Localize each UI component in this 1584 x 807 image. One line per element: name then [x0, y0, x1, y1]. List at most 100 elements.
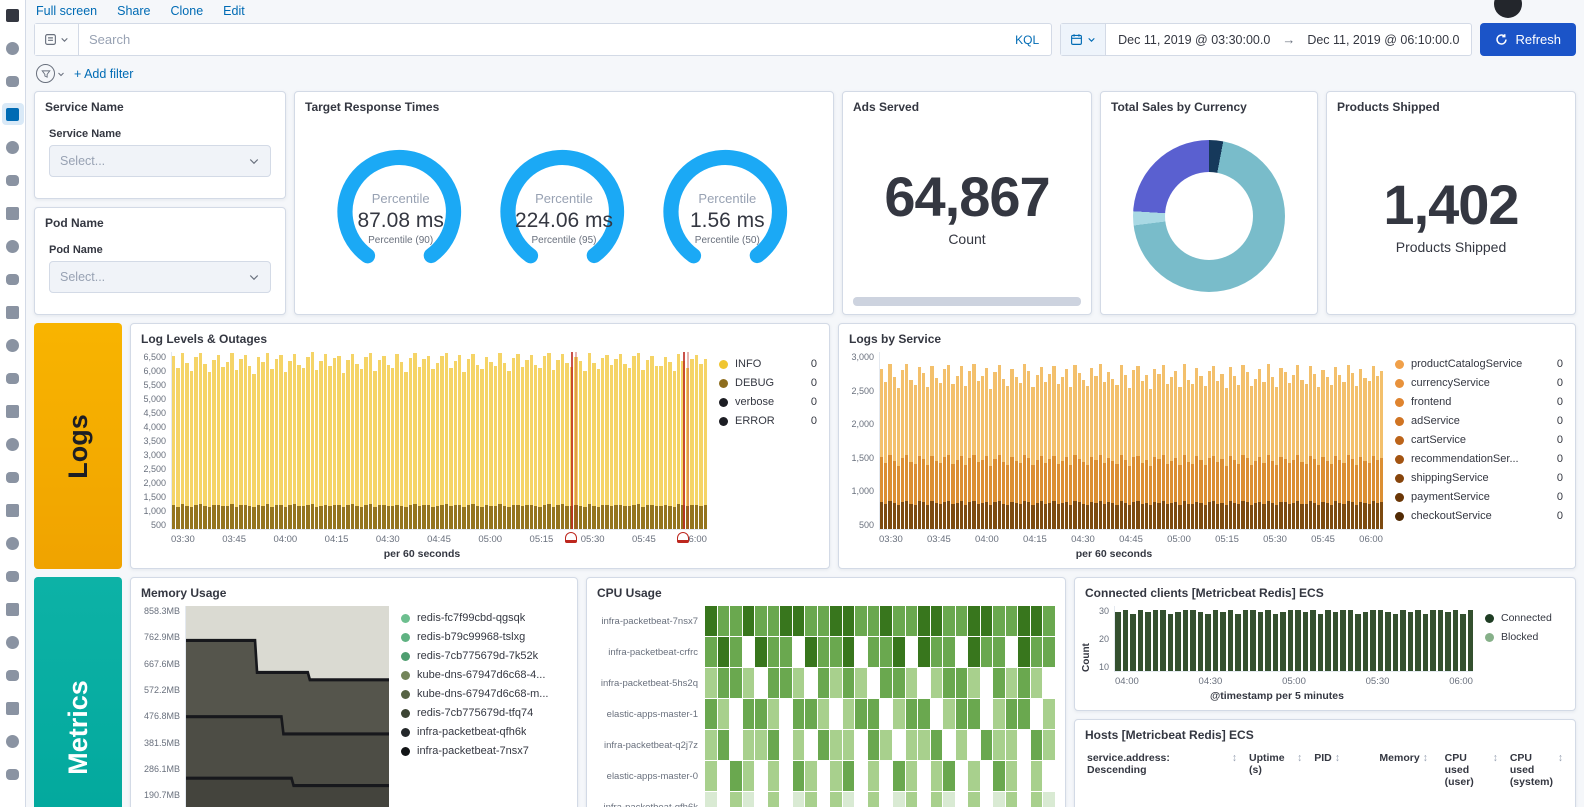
legend-item[interactable]: infra-packetbeat-7nsx7 — [401, 745, 565, 757]
date-picker-button[interactable] — [1061, 24, 1107, 55]
spaces-icon[interactable] — [2, 697, 24, 719]
grok-debugger-icon[interactable] — [2, 532, 24, 554]
legend-item[interactable]: ERROR 0 — [719, 415, 817, 427]
bar — [574, 357, 578, 529]
legend-item[interactable]: adService 0 — [1395, 415, 1563, 427]
filter-menu-button[interactable] — [36, 64, 65, 83]
maps-icon[interactable] — [2, 169, 24, 191]
index-patterns-icon[interactable] — [2, 631, 24, 653]
bar-segment — [943, 501, 947, 529]
siem-icon[interactable] — [2, 400, 24, 422]
legend-item[interactable]: kube-dns-67947d6c68-m... — [401, 688, 565, 700]
graph-icon[interactable] — [2, 235, 24, 257]
legend-item[interactable]: cartService 0 — [1395, 434, 1563, 446]
add-filter-link[interactable]: + Add filter — [74, 67, 133, 81]
date-range-start[interactable]: Dec 11, 2019 @ 03:30:00.0 — [1106, 33, 1282, 47]
legend-item[interactable]: infra-packetbeat-qfh6k — [401, 726, 565, 738]
logs-icon[interactable] — [2, 268, 24, 290]
dev-tools-icon[interactable] — [2, 433, 24, 455]
gauge-percentile-90[interactable]: Percentile 87.08 ms Percentile (90) — [325, 140, 477, 286]
metrics-icon[interactable] — [2, 301, 24, 323]
legend-item[interactable]: redis-b79c99968-tslxg — [401, 631, 565, 643]
hosts-column-header[interactable]: Memory ↕ — [1379, 752, 1432, 788]
share-link[interactable]: Share — [117, 4, 150, 18]
main-menu-icon[interactable] — [2, 4, 24, 26]
legend-item[interactable]: redis-7cb775679d-tfq74 — [401, 707, 565, 719]
hosts-column-header[interactable]: CPU used (system) ↕ — [1510, 752, 1563, 788]
gauge-percentile-50[interactable]: Percentile 1.56 ms Percentile (50) — [651, 140, 803, 286]
saved-query-button[interactable] — [35, 24, 79, 55]
canvas-icon[interactable] — [2, 136, 24, 158]
legend-item[interactable]: frontend 0 — [1395, 396, 1563, 408]
bar-segment — [395, 354, 399, 505]
bar-segment — [609, 506, 614, 529]
legend-item[interactable]: paymentService 0 — [1395, 491, 1563, 503]
hosts-column-header[interactable]: PID ↕ — [1314, 752, 1367, 788]
legend-item[interactable]: DEBUG 0 — [719, 377, 817, 389]
hosts-column-header[interactable]: CPU used (user) ↕ — [1445, 752, 1498, 788]
panel-scrollbar[interactable] — [853, 297, 1081, 306]
date-range-end[interactable]: Dec 11, 2019 @ 06:10:00.0 — [1295, 33, 1471, 47]
bar — [458, 354, 462, 529]
console-icon[interactable] — [2, 466, 24, 488]
legend-item[interactable]: kube-dns-67947d6c68-4... — [401, 669, 565, 681]
hosts-column-header[interactable]: service.address: Descending ↕ — [1087, 752, 1237, 788]
discover-icon[interactable] — [2, 37, 24, 59]
log-levels-chart[interactable]: 6,500 6,000 5,500 5,000 4,500 4,000 3,500 3,000… — [137, 352, 708, 560]
monitoring-icon[interactable] — [2, 565, 24, 587]
legend-item[interactable]: redis-fc7f99cbd-qgsqk — [401, 612, 565, 624]
legend-item[interactable]: currencyService 0 — [1395, 377, 1563, 389]
bar-segment — [1257, 612, 1263, 671]
logs-by-service-chart[interactable]: 3,000 2,500 2,000 1,500 1,000 500 03:30 03:45 04… — [845, 352, 1384, 560]
connected-clients-chart[interactable]: Count 30 20 10 04:00 04:30 05:00 05:30 06:00 @tim… — [1081, 606, 1473, 702]
bar — [1362, 612, 1368, 671]
security-icon[interactable] — [2, 730, 24, 752]
memory-usage-chart[interactable]: 858.3MB 762.9MB 667.6MB 572.2MB 476.8MB 381.5… — [137, 606, 389, 807]
bar-segment — [1265, 610, 1271, 671]
search-input[interactable] — [79, 32, 1004, 47]
total-sales-donut-chart[interactable] — [1133, 140, 1285, 292]
legend-item[interactable]: Blocked — [1485, 631, 1563, 643]
axis-tick: 05:00 — [478, 534, 503, 545]
bar-segment — [964, 504, 968, 529]
clone-link[interactable]: Clone — [171, 4, 204, 18]
settings-icon[interactable] — [2, 763, 24, 785]
pod-name-select[interactable]: Select... — [49, 261, 271, 293]
bar — [627, 367, 632, 529]
hosts-column-header[interactable]: Uptime (s) ↕ — [1249, 752, 1302, 788]
bar-segment — [288, 360, 292, 506]
legend-item[interactable]: Connected — [1485, 612, 1563, 624]
saved-objects-icon[interactable] — [2, 664, 24, 686]
service-name-select[interactable]: Select... — [49, 145, 271, 177]
machine-learning-icon[interactable] — [2, 202, 24, 224]
heatmap-row: infra-packetbeat-5hs2q — [593, 668, 1055, 698]
search-profiler-icon[interactable] — [2, 499, 24, 521]
apm-icon[interactable] — [2, 334, 24, 356]
y-axis: 30 20 10 — [1092, 606, 1114, 672]
refresh-button[interactable]: Refresh — [1480, 23, 1576, 56]
legend-item[interactable]: verbose 0 — [719, 396, 817, 408]
uptime-icon[interactable] — [2, 367, 24, 389]
management-icon[interactable] — [2, 598, 24, 620]
legend-item[interactable]: redis-7cb775679d-7k52k — [401, 650, 565, 662]
legend-item[interactable]: recommendationSer... 0 — [1395, 453, 1563, 465]
legend-item[interactable]: shippingService 0 — [1395, 472, 1563, 484]
bar — [252, 373, 256, 529]
legend-item[interactable]: checkoutService 0 — [1395, 510, 1563, 522]
query-language-toggle[interactable]: KQL — [1003, 33, 1051, 47]
cpu-usage-heatmap[interactable]: infra-packetbeat-7nsx7 infra-packetbeat-c… — [593, 606, 1055, 807]
visualize-icon[interactable] — [2, 70, 24, 92]
bar-segment — [955, 503, 959, 530]
gauge-percentile-95[interactable]: Percentile 224.06 ms Percentile (95) — [488, 140, 640, 286]
bar-segment — [1152, 610, 1158, 671]
dashboard-icon[interactable] — [1, 103, 24, 125]
full-screen-link[interactable]: Full screen — [36, 4, 97, 18]
user-avatar[interactable] — [1494, 0, 1522, 18]
bar-segment — [1186, 379, 1191, 462]
bar-segment — [1216, 503, 1220, 529]
bar-segment — [672, 506, 676, 529]
edit-link[interactable]: Edit — [223, 4, 245, 18]
legend-item[interactable]: INFO 0 — [719, 358, 817, 370]
legend-item[interactable]: productCatalogService 0 — [1395, 358, 1563, 370]
x-axis: 03:30 03:45 04:00 04:15 04:30 04:45 05:00 05:15… — [879, 530, 1383, 545]
